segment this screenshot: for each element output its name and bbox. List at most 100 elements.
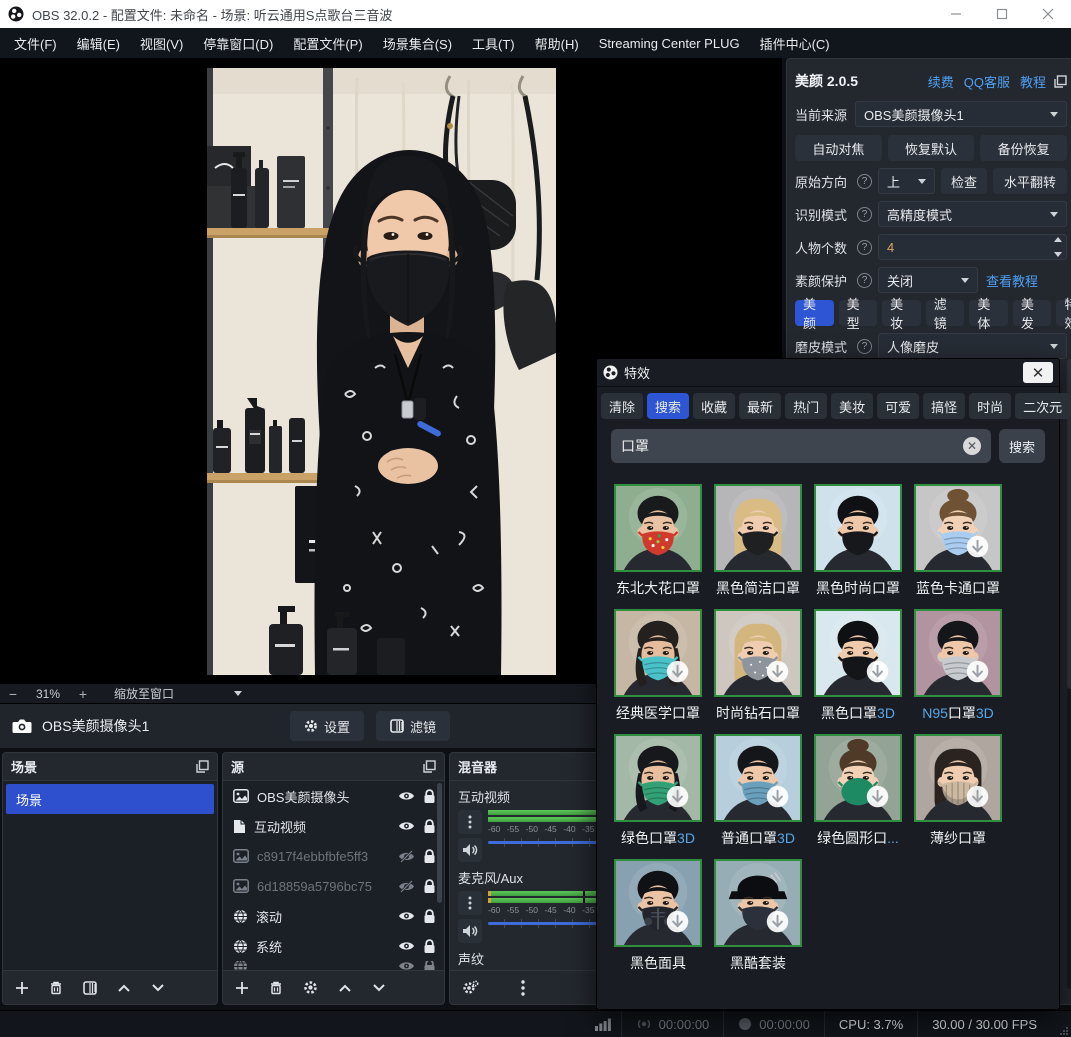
move-source-down-button[interactable]	[372, 983, 386, 993]
visibility-eye-icon[interactable]	[398, 910, 415, 922]
help-icon[interactable]: ?	[857, 174, 872, 189]
effect-thumbnail[interactable]	[914, 734, 1002, 822]
help-icon[interactable]: ?	[857, 240, 872, 255]
effects-tab-fashion[interactable]: 时尚	[969, 393, 1011, 419]
lock-icon[interactable]	[423, 961, 436, 970]
flip-horizontal-button[interactable]: 水平翻转	[993, 168, 1067, 194]
menu-item-plugin-center[interactable]: 插件中心(C)	[750, 28, 840, 58]
popout-icon[interactable]	[423, 760, 436, 773]
add-source-button[interactable]	[235, 981, 249, 995]
speaker-icon[interactable]	[458, 838, 482, 862]
view-tutorial-link[interactable]: 查看教程	[986, 271, 1038, 290]
effect-thumbnail[interactable]	[714, 484, 802, 572]
effects-tab-favorites[interactable]: 收藏	[693, 393, 735, 419]
source-row[interactable]: 6d18859a5796bc75	[223, 871, 444, 901]
effect-thumbnail[interactable]	[614, 859, 702, 947]
lock-icon[interactable]	[423, 939, 436, 954]
effect-thumbnail[interactable]	[714, 859, 802, 947]
menu-item-view[interactable]: 视图(V)	[130, 28, 193, 58]
visibility-eye-icon[interactable]	[398, 820, 415, 832]
effect-thumbnail[interactable]	[814, 609, 902, 697]
backup-restore-button[interactable]: 备份恢复	[980, 135, 1067, 161]
scene-row[interactable]: 场景	[6, 784, 214, 814]
channel-menu-icon[interactable]	[458, 891, 482, 915]
effects-tab-hot[interactable]: 热门	[785, 393, 827, 419]
effects-search-input[interactable]: 口罩 ✕	[611, 429, 991, 463]
source-row[interactable]: 系统	[223, 931, 444, 961]
visibility-eye-icon[interactable]	[398, 961, 415, 970]
restore-defaults-button[interactable]: 恢复默认	[888, 135, 975, 161]
zoom-in-button[interactable]: +	[70, 686, 96, 702]
check-button[interactable]: 检查	[941, 168, 987, 194]
lock-icon[interactable]	[423, 789, 436, 804]
clear-search-icon[interactable]: ✕	[963, 437, 981, 455]
sources-scrollbar[interactable]	[437, 783, 442, 903]
bare-face-protect-select[interactable]: 关闭	[878, 267, 978, 293]
menu-item-tools[interactable]: 工具(T)	[462, 28, 525, 58]
source-row[interactable]: 滚动	[223, 901, 444, 931]
move-scene-up-button[interactable]	[117, 983, 131, 993]
search-button[interactable]: 搜索	[999, 429, 1045, 463]
beauty-tab-hair[interactable]: 美发	[1013, 300, 1052, 326]
source-settings-button[interactable]: 设置	[290, 711, 364, 741]
beauty-tab-filter[interactable]: 滤镜	[926, 300, 965, 326]
beauty-tab-shape[interactable]: 美型	[839, 300, 878, 326]
resize-grip[interactable]	[1057, 1011, 1071, 1037]
add-scene-button[interactable]	[15, 981, 29, 995]
remove-scene-button[interactable]	[49, 980, 63, 995]
close-icon[interactable]: ✕	[1023, 362, 1053, 383]
advanced-audio-icon[interactable]	[462, 980, 479, 995]
effect-thumbnail[interactable]	[814, 484, 902, 572]
source-row[interactable]	[223, 961, 444, 970]
zoom-out-button[interactable]: −	[0, 686, 26, 702]
visibility-eye-icon[interactable]	[398, 790, 415, 802]
title-bar[interactable]: OBS 32.0.2 - 配置文件: 未命名 - 场景: 听云通用S点歌台三音波	[0, 0, 1071, 28]
source-row[interactable]: OBS美颜摄像头	[223, 781, 444, 811]
help-icon[interactable]: ?	[857, 273, 872, 288]
remove-source-button[interactable]	[269, 980, 283, 995]
close-button[interactable]	[1025, 0, 1071, 28]
effect-thumbnail[interactable]	[614, 609, 702, 697]
lock-icon[interactable]	[423, 879, 436, 894]
lock-icon[interactable]	[423, 819, 436, 834]
lock-icon[interactable]	[423, 849, 436, 864]
scene-filters-button[interactable]	[83, 981, 97, 995]
move-source-up-button[interactable]	[338, 983, 352, 993]
autofocus-button[interactable]: 自动对焦	[795, 135, 882, 161]
orientation-select[interactable]: 上	[878, 168, 935, 194]
chevron-down-icon[interactable]	[234, 691, 242, 696]
effect-thumbnail[interactable]	[914, 609, 1002, 697]
source-filters-button[interactable]: 滤镜	[376, 711, 450, 741]
effect-thumbnail[interactable]	[714, 734, 802, 822]
channel-menu-icon[interactable]	[458, 810, 482, 834]
effects-tab-newest[interactable]: 最新	[739, 393, 781, 419]
zoom-fit-select[interactable]: 缩放至窗口	[114, 685, 210, 702]
menu-item-scene-collection[interactable]: 场景集合(S)	[373, 28, 462, 58]
effects-tab-clear[interactable]: 清除	[601, 393, 643, 419]
smooth-mode-select[interactable]: 人像磨皮	[878, 333, 1067, 359]
current-source-select[interactable]: OBS美颜摄像头1	[855, 101, 1067, 127]
effects-tab-funny[interactable]: 搞怪	[923, 393, 965, 419]
maximize-button[interactable]	[979, 0, 1025, 28]
person-count-stepper[interactable]: 4	[878, 234, 1067, 260]
visibility-eye-icon[interactable]	[398, 940, 415, 952]
popout-icon[interactable]	[196, 760, 209, 773]
effect-thumbnail[interactable]	[814, 734, 902, 822]
mixer-menu-icon[interactable]	[521, 980, 525, 996]
tutorial-link[interactable]: 教程	[1020, 72, 1046, 91]
help-icon[interactable]: ?	[857, 207, 872, 222]
effects-tab-cute[interactable]: 可爱	[877, 393, 919, 419]
menu-item-streaming-center[interactable]: Streaming Center PLUG	[589, 28, 750, 58]
qq-support-link[interactable]: QQ客服	[964, 72, 1010, 91]
effects-tab-search[interactable]: 搜索	[647, 393, 689, 419]
effect-thumbnail[interactable]	[614, 734, 702, 822]
effect-thumbnail[interactable]	[614, 484, 702, 572]
menu-item-profile[interactable]: 配置文件(P)	[283, 28, 372, 58]
source-properties-button[interactable]	[303, 980, 318, 995]
effects-dialog-titlebar[interactable]: 特效 ✕	[597, 359, 1059, 387]
detect-mode-select[interactable]: 高精度模式	[878, 201, 1067, 227]
move-scene-down-button[interactable]	[151, 983, 165, 993]
beauty-scrollbar[interactable]	[1067, 359, 1071, 989]
menu-item-help[interactable]: 帮助(H)	[525, 28, 589, 58]
menu-item-edit[interactable]: 编辑(E)	[67, 28, 130, 58]
